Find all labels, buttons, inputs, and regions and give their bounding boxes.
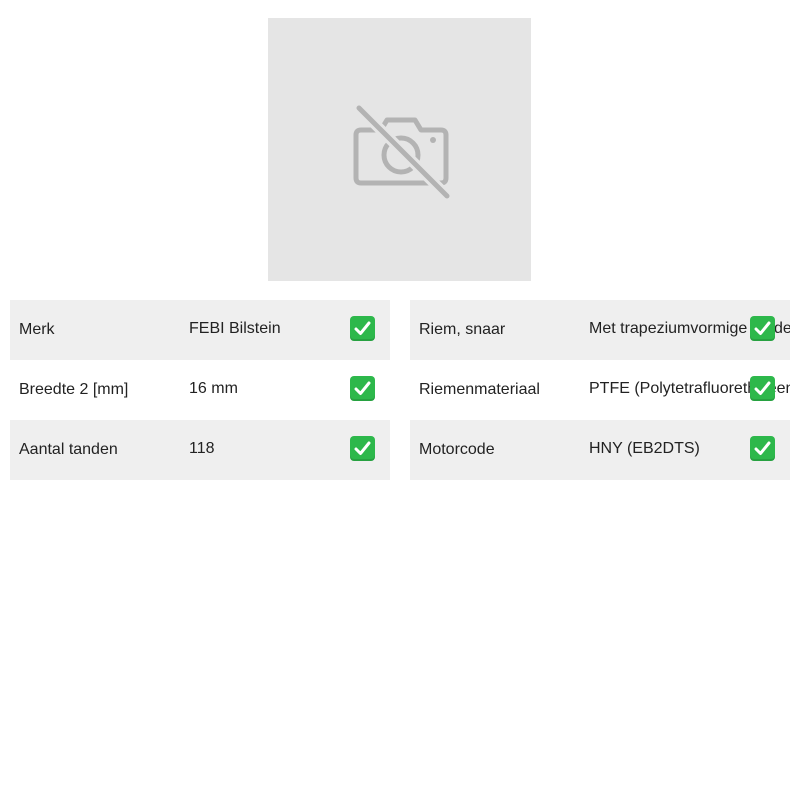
spec-value: 118 (189, 440, 215, 457)
product-specs-page: Merk FEBI Bilstein Breedte 2 [mm] 16 mm … (0, 0, 800, 800)
spec-row: Breedte 2 [mm] 16 mm (10, 360, 390, 420)
product-image-placeholder (268, 18, 531, 281)
spec-row: Riemenmateriaal PTFE (Polytetrafluorethy… (410, 360, 790, 420)
spec-label: Motorcode (419, 441, 495, 458)
check-mark-icon (350, 376, 375, 401)
spec-value: FEBI Bilstein (189, 320, 281, 337)
spec-label: Breedte 2 [mm] (19, 381, 129, 398)
spec-label: Aantal tanden (19, 441, 118, 458)
check-mark-icon (750, 376, 775, 401)
spec-row: Motorcode HNY (EB2DTS) (410, 420, 790, 480)
check-mark-icon (750, 316, 775, 341)
spec-label: Merk (19, 321, 55, 338)
spec-row: Merk FEBI Bilstein (10, 300, 390, 360)
spec-label: Riemenmateriaal (419, 381, 540, 398)
spec-row: Aantal tanden 118 (10, 420, 390, 480)
spec-label: Riem, snaar (419, 321, 506, 338)
spec-value: 16 mm (189, 380, 238, 397)
no-photo-icon (353, 102, 452, 201)
check-mark-icon (350, 316, 375, 341)
specs-table-left: Merk FEBI Bilstein Breedte 2 [mm] 16 mm … (10, 300, 390, 480)
spec-row: Riem, snaar Met trapeziumvormige tanden (410, 300, 790, 360)
spec-value: HNY (EB2DTS) (589, 440, 700, 457)
check-mark-icon (350, 436, 375, 461)
specs-table-right: Riem, snaar Met trapeziumvormige tanden … (410, 300, 790, 480)
check-mark-icon (750, 436, 775, 461)
